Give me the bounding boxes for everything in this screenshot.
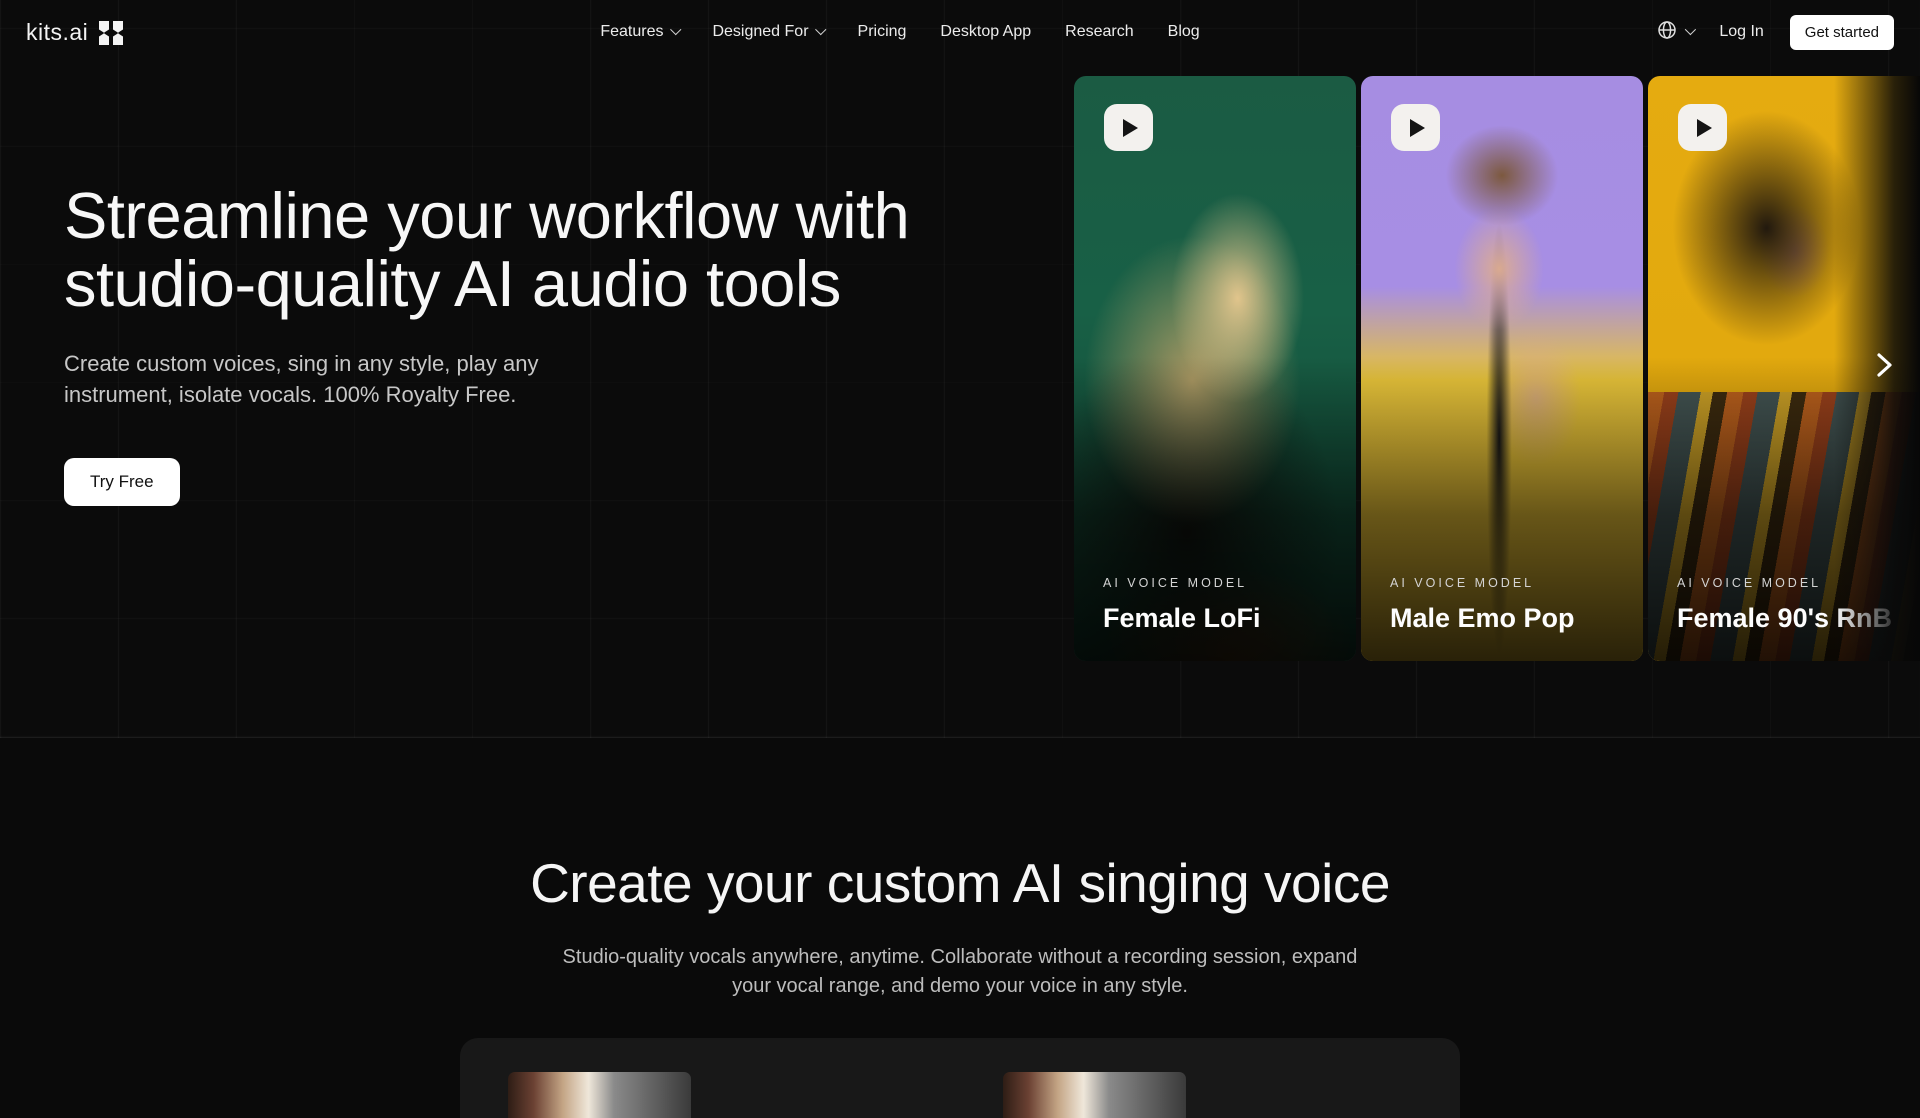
chevron-down-icon — [670, 23, 681, 34]
get-started-button[interactable]: Get started — [1790, 15, 1894, 50]
nav-item-label: Designed For — [712, 23, 808, 41]
hero-copy: Streamline your workflow with studio-qua… — [64, 182, 1024, 506]
play-icon — [1410, 119, 1425, 137]
login-link[interactable]: Log In — [1719, 23, 1763, 41]
card-name: Male Emo Pop — [1390, 603, 1633, 634]
nav-item-pricing[interactable]: Pricing — [858, 23, 907, 41]
nav-item-research[interactable]: Research — [1065, 23, 1133, 41]
logo-mark-icon — [98, 21, 124, 45]
globe-icon — [1657, 20, 1677, 45]
section-heading: Create your custom AI singing voice — [410, 851, 1510, 915]
chevron-down-icon — [815, 23, 826, 34]
voice-model-card-female-lofi[interactable]: AI VOICE MODEL Female LoFi — [1074, 76, 1356, 661]
nav-item-blog[interactable]: Blog — [1168, 23, 1200, 41]
brand-wordmark: kits.ai — [26, 19, 88, 46]
nav-item-label: Blog — [1168, 23, 1200, 41]
top-nav: kits.ai Features Designed For Pricing De… — [0, 0, 1920, 64]
play-button[interactable] — [1391, 104, 1440, 151]
play-icon — [1123, 119, 1138, 137]
chevron-right-icon — [1873, 351, 1895, 379]
nav-item-label: Desktop App — [940, 23, 1031, 41]
feature-thumbnail — [1003, 1072, 1186, 1118]
card-gradient-overlay — [1361, 76, 1643, 661]
feature-thumbnail — [508, 1072, 691, 1118]
nav-item-label: Research — [1065, 23, 1133, 41]
card-name: Female LoFi — [1103, 603, 1346, 634]
card-kicker: AI VOICE MODEL — [1390, 576, 1633, 590]
voice-model-carousel: AI VOICE MODEL Female LoFi AI VOICE MODE… — [1074, 76, 1920, 661]
language-selector[interactable] — [1657, 20, 1693, 45]
play-icon — [1697, 119, 1712, 137]
nav-item-desktop-app[interactable]: Desktop App — [940, 23, 1031, 41]
card-kicker: AI VOICE MODEL — [1677, 576, 1920, 590]
voice-model-card-male-emo-pop[interactable]: AI VOICE MODEL Male Emo Pop — [1361, 76, 1643, 661]
play-button[interactable] — [1104, 104, 1153, 151]
nav-item-designed-for[interactable]: Designed For — [712, 23, 823, 41]
nav-menu: Features Designed For Pricing Desktop Ap… — [600, 0, 1199, 64]
card-name: Female 90's RnB — [1677, 603, 1920, 634]
card-gradient-overlay — [1074, 76, 1356, 661]
card-meta: AI VOICE MODEL Male Emo Pop — [1390, 576, 1633, 634]
custom-voice-section: Create your custom AI singing voice Stud… — [0, 739, 1920, 1080]
chevron-down-icon — [1685, 23, 1696, 34]
section-subheading: Studio-quality vocals anywhere, anytime.… — [560, 943, 1360, 1001]
hero-heading: Streamline your workflow with studio-qua… — [64, 182, 974, 317]
feature-card-peek — [460, 1038, 1460, 1118]
carousel-next-button[interactable] — [1866, 344, 1902, 388]
nav-item-label: Features — [600, 23, 663, 41]
card-kicker: AI VOICE MODEL — [1103, 576, 1346, 590]
brand-logo[interactable]: kits.ai — [26, 19, 124, 46]
play-button[interactable] — [1678, 104, 1727, 151]
nav-item-label: Pricing — [858, 23, 907, 41]
card-meta: AI VOICE MODEL Female 90's RnB — [1677, 576, 1920, 634]
nav-right: Log In Get started — [1657, 15, 1894, 50]
hero-subheading: Create custom voices, sing in any style,… — [64, 349, 589, 410]
nav-item-features[interactable]: Features — [600, 23, 678, 41]
try-free-button[interactable]: Try Free — [64, 458, 180, 506]
card-meta: AI VOICE MODEL Female LoFi — [1103, 576, 1346, 634]
